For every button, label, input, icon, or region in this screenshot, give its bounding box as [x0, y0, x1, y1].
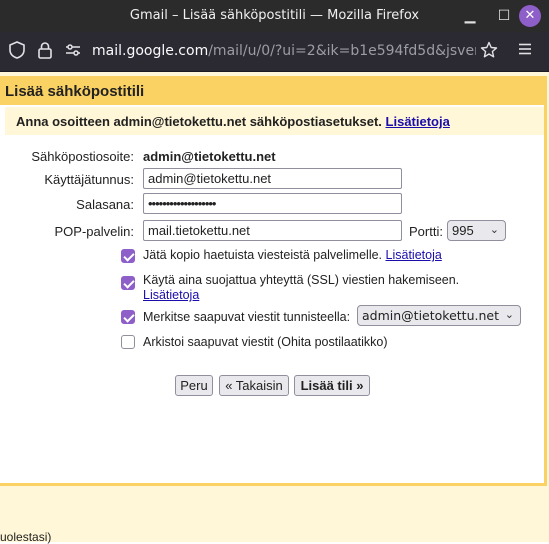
back-button[interactable]: « Takaisin [219, 375, 289, 396]
page-content: Lisää sähköpostitili Anna osoitteen admi… [0, 72, 549, 542]
keep-copy-option: Jätä kopio haetuista viesteistä palvelim… [143, 248, 483, 263]
url-domain: mail.google.com [92, 43, 209, 59]
chevron-down-icon: ⌄ [504, 308, 514, 321]
learn-more-link[interactable]: Lisätietoja [386, 114, 450, 129]
ssl-checkbox[interactable] [121, 276, 135, 290]
lock-icon[interactable] [34, 41, 56, 63]
bookmark-star-icon[interactable] [478, 41, 500, 63]
url-field[interactable]: mail.google.com/mail/u/0/?ui=2&ik=b1e594… [92, 43, 476, 59]
port-select[interactable]: 995 ⌄ [447, 220, 506, 241]
dialog-subtitle: Anna osoitteen admin@tietokettu.net sähk… [16, 114, 382, 129]
url-path: /mail/u/0/?ui=2&ik=b1e594fd5d&jsver=3uyT [208, 43, 476, 59]
shield-icon[interactable] [6, 41, 28, 63]
window-titlebar: Gmail – Lisää sähköpostitili — Mozilla F… [0, 0, 549, 32]
chevron-down-icon: ⌄ [489, 224, 499, 236]
dialog-subheader: Anna osoitteen admin@tietokettu.net sähk… [5, 107, 544, 135]
label-select[interactable]: admin@tietokettu.net ⌄ [357, 305, 521, 326]
menu-icon[interactable] [514, 41, 536, 63]
address-bar-row: mail.google.com/mail/u/0/?ui=2&ik=b1e594… [0, 32, 549, 72]
email-label: Sähköpostiosoite: [31, 149, 134, 164]
minimize-icon[interactable]: ▁ [460, 6, 480, 26]
permissions-icon[interactable] [62, 41, 84, 63]
add-account-dialog: Lisää sähköpostitili Anna osoitteen admi… [0, 76, 547, 486]
label-select-value: admin@tietokettu.net [362, 308, 499, 323]
keep-copy-checkbox[interactable] [121, 249, 135, 263]
archive-label: Arkistoi saapuvat viestit (Ohita postila… [143, 335, 388, 349]
pop-server-field[interactable]: mail.tietokettu.net [143, 220, 402, 241]
username-field[interactable]: admin@tietokettu.net [143, 168, 402, 189]
port-value: 995 [452, 223, 474, 238]
label-incoming-label: Merkitse saapuvat viestit tunnisteella: [143, 310, 351, 324]
keep-copy-learn-more-link[interactable]: Lisätietoja [386, 248, 442, 262]
close-icon[interactable]: ✕ [519, 5, 541, 27]
pop-server-label: POP-palvelin: [54, 224, 134, 239]
add-account-button[interactable]: Lisää tili » [294, 375, 370, 396]
password-label: Salasana: [76, 197, 134, 212]
port-label: Portti: [409, 224, 443, 239]
keep-copy-label: Jätä kopio haetuista viesteistä palvelim… [143, 248, 383, 262]
archive-checkbox[interactable] [121, 335, 135, 349]
username-label: Käyttäjätunnus: [44, 172, 134, 187]
maximize-icon[interactable]: ☐ [494, 6, 514, 26]
ssl-learn-more-link[interactable]: Lisätietoja [143, 288, 199, 302]
ssl-label: Käytä aina suojattua yhteyttä (SSL) vies… [143, 273, 460, 287]
dialog-header: Lisää sähköpostitili [0, 79, 544, 105]
email-value: admin@tietokettu.net [143, 149, 276, 164]
password-field[interactable]: ••••••••••••••••••• [143, 193, 402, 214]
ssl-option: Käytä aina suojattua yhteyttä (SSL) vies… [143, 273, 533, 303]
dialog-title: Lisää sähköpostitili [5, 83, 145, 100]
label-incoming-checkbox[interactable] [121, 310, 135, 324]
cancel-button[interactable]: Peru [175, 375, 213, 396]
